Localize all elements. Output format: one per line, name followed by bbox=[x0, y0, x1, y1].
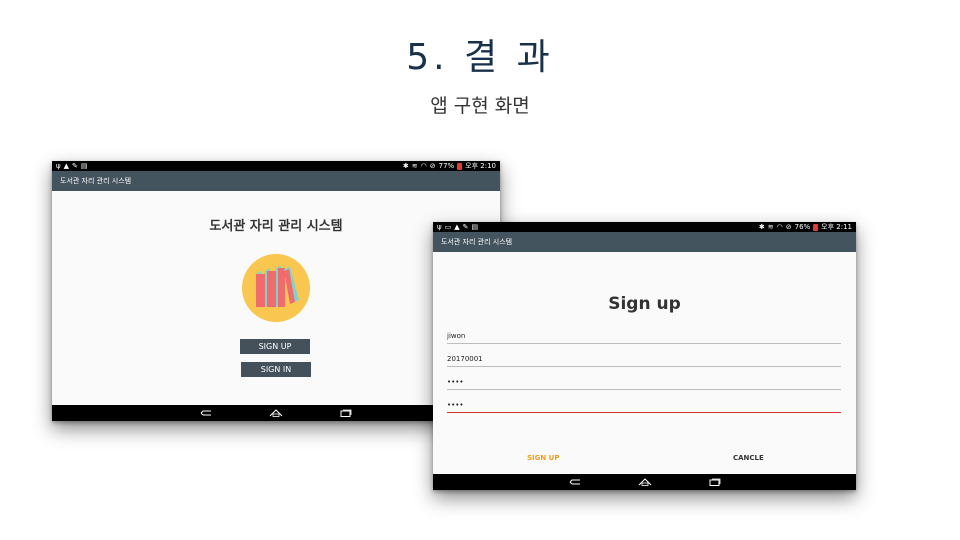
image-icon: ▭ bbox=[444, 223, 452, 231]
block-icon: ⊘ bbox=[429, 162, 436, 170]
status-bar: ψ ▲ ✎ ▤ ✱ ≋ ◠ ⊘ 77% 오후 2:10 bbox=[52, 161, 500, 171]
home-icon[interactable] bbox=[266, 407, 286, 419]
bluetooth-icon: ✱ bbox=[758, 223, 765, 231]
slide: 5. 결 과 앱 구현 화면 ψ ▲ ✎ ▤ ✱ ≋ ◠ ⊘ 77% 오후 2:… bbox=[0, 0, 960, 540]
block-icon: ⊘ bbox=[785, 223, 792, 231]
tablet-signup-screen: ψ ▭ ▲ ✎ ▤ ✱ ≋ ◠ ⊘ 76% 오후 2:11 도서관 자리 관리 … bbox=[433, 222, 856, 490]
wifi-icon: ◠ bbox=[420, 162, 427, 170]
back-icon[interactable] bbox=[565, 476, 585, 488]
battery-percent: 77% bbox=[438, 162, 455, 170]
recent-apps-icon[interactable] bbox=[336, 407, 356, 419]
back-icon[interactable] bbox=[196, 407, 216, 419]
bluetooth-icon: ✱ bbox=[402, 162, 409, 170]
clipboard-icon: ▤ bbox=[80, 162, 88, 170]
nfc-icon: ≋ bbox=[411, 162, 418, 170]
password-confirm-field[interactable]: •••• bbox=[447, 399, 841, 413]
navigation-bar bbox=[433, 474, 856, 490]
books-icon bbox=[242, 254, 310, 322]
password-field[interactable]: •••• bbox=[447, 376, 841, 390]
warning-icon: ▲ bbox=[454, 223, 460, 231]
battery-icon bbox=[457, 162, 463, 170]
name-field[interactable]: jiwon bbox=[447, 330, 841, 344]
warning-icon: ▲ bbox=[63, 162, 70, 170]
pencil-icon: ✎ bbox=[462, 223, 469, 231]
usb-icon: ψ bbox=[56, 162, 61, 170]
pencil-icon: ✎ bbox=[72, 162, 78, 170]
nfc-icon: ≋ bbox=[767, 223, 774, 231]
student-id-field[interactable]: 20170001 bbox=[447, 353, 841, 367]
usb-icon: ψ bbox=[437, 223, 442, 231]
sign-up-button[interactable]: SIGN UP bbox=[240, 339, 310, 354]
slide-subtitle: 앱 구현 화면 bbox=[430, 95, 530, 117]
status-bar: ψ ▭ ▲ ✎ ▤ ✱ ≋ ◠ ⊘ 76% 오후 2:11 bbox=[433, 222, 856, 232]
home-icon[interactable] bbox=[635, 476, 655, 488]
status-time: 오후 2:10 bbox=[465, 162, 496, 170]
battery-icon bbox=[813, 223, 819, 231]
recent-apps-icon[interactable] bbox=[705, 476, 725, 488]
cancel-button[interactable]: CANCLE bbox=[733, 454, 764, 462]
status-time: 오후 2:11 bbox=[821, 223, 852, 231]
slide-title: 5. 결 과 bbox=[406, 37, 554, 78]
sign-up-button[interactable]: SIGN UP bbox=[527, 454, 560, 462]
app-bar-title: 도서관 자리 관리 시스템 bbox=[433, 232, 856, 252]
sign-in-button[interactable]: SIGN IN bbox=[241, 362, 311, 377]
clipboard-icon: ▤ bbox=[471, 223, 479, 231]
screen-title: Sign up bbox=[608, 294, 681, 314]
battery-percent: 76% bbox=[794, 223, 811, 231]
app-bar-title: 도서관 자리 관리 시스템 bbox=[52, 171, 500, 191]
wifi-icon: ◠ bbox=[776, 223, 783, 231]
